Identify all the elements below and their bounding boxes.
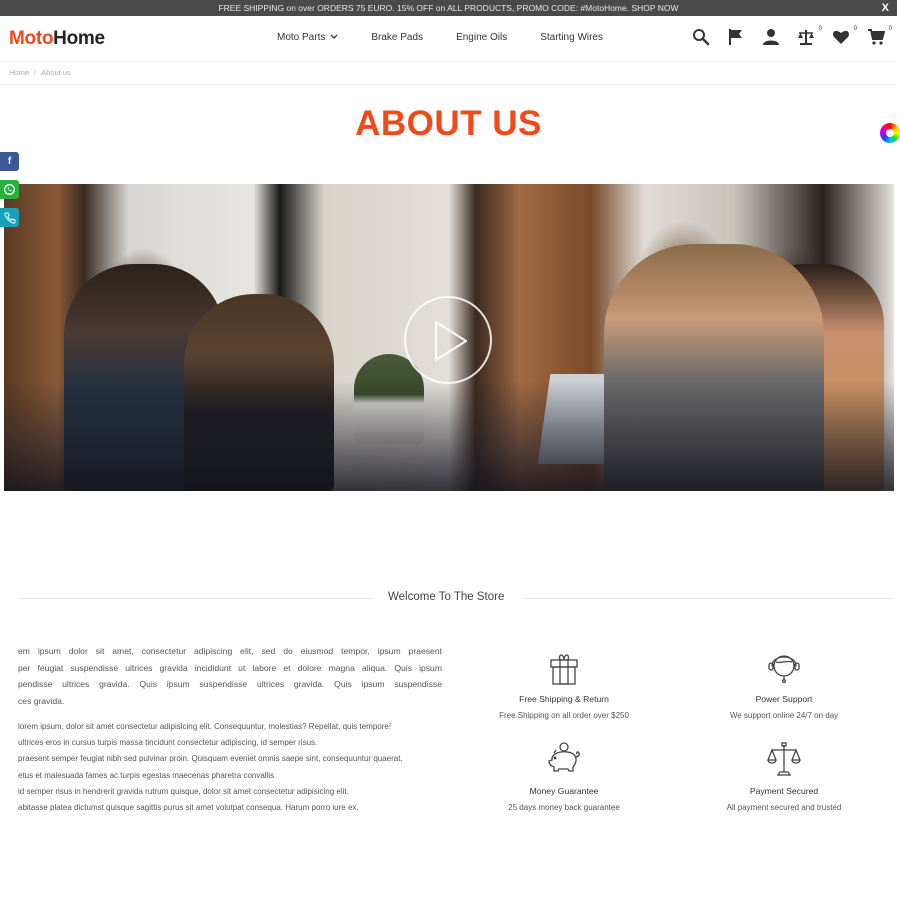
heart-icon[interactable]: 0 (832, 26, 857, 48)
chevron-down-icon (330, 33, 338, 42)
divider (523, 598, 894, 599)
paragraph-line: praesent semper feugiat nibh sed pulvina… (18, 754, 403, 764)
feature-description: We support online 24/7 on day (729, 711, 839, 720)
compare-count: 0 (818, 26, 822, 32)
breadcrumb-current: About us (41, 68, 71, 77)
compare-scale-icon[interactable]: 0 (797, 26, 822, 48)
logo-part-moto: Moto (9, 28, 54, 49)
color-switcher-icon[interactable] (880, 123, 900, 143)
search-icon[interactable] (692, 28, 712, 48)
scale-icon (767, 742, 801, 776)
feature-description: Free Shipping on all order over $250 (499, 711, 629, 720)
feature-power-support: Power Support We support online 24/7 on … (684, 648, 884, 720)
feature-payment-secured: Payment Secured All payment secured and … (684, 740, 884, 812)
feature-description: 25 days money back guarantee (508, 803, 620, 812)
hero-image (4, 184, 894, 491)
paragraph-line: abitasse platea dictumst quisque sagitti… (18, 803, 359, 813)
feature-title: Power Support (755, 694, 813, 704)
paragraph-line: ultrices eros in cursus turpis massa tin… (18, 738, 318, 748)
nav-item-engine-oils[interactable]: Engine Oils (456, 32, 507, 43)
play-video-button[interactable] (404, 296, 492, 384)
welcome-section-heading: Welcome To The Store (18, 590, 894, 606)
wishlist-count: 0 (853, 26, 857, 32)
whatsapp-share-button[interactable] (0, 180, 19, 199)
nav-item-starting-wires[interactable]: Starting Wires (540, 32, 603, 43)
paragraph-line: pendisse ultrices gravida. Quis ipsum su… (18, 679, 442, 689)
paragraph-line: per feugiat suspendisse ultrices gravida… (18, 662, 442, 673)
hero-table (4, 381, 894, 491)
whatsapp-icon (4, 184, 15, 195)
about-paragraph-1: em ipsum dolor sit amet, consectetur adi… (18, 643, 442, 709)
site-header: MotoHome Moto Parts Brake Pads Engine Oi… (0, 16, 897, 62)
feature-title: Payment Secured (749, 786, 819, 796)
nav-item-label: Brake Pads (371, 32, 424, 43)
paragraph-line: ces gravida. (18, 695, 65, 706)
phone-share-button[interactable] (0, 208, 19, 227)
phone-icon (3, 212, 15, 224)
breadcrumb: Home / About us (9, 68, 71, 77)
breadcrumb-home[interactable]: Home (9, 68, 29, 77)
piggy-bank-icon (548, 742, 580, 772)
nav-item-label: Starting Wires (540, 32, 603, 43)
announcement-text[interactable]: FREE SHIPPING on over ORDERS 75 EURO. 15… (218, 3, 678, 13)
feature-title: Free Shipping & Return (519, 694, 609, 704)
nav-item-moto-parts[interactable]: Moto Parts (277, 32, 338, 43)
user-icon[interactable] (762, 28, 782, 48)
gift-icon (550, 654, 578, 685)
paragraph-line: etus et malesuada fames ac turpis egesta… (18, 770, 275, 780)
close-announcement-button[interactable]: X (882, 0, 889, 16)
paragraph-line: em ipsum dolor sit amet, consectetur adi… (18, 646, 442, 656)
nav-item-brake-pads[interactable]: Brake Pads (371, 32, 423, 43)
paragraph-line: lorem ipsum, dolor sit amet consectetur … (18, 722, 392, 731)
page-title: ABOUT US (355, 104, 542, 143)
feature-free-shipping: Free Shipping & Return Free Shipping on … (464, 648, 664, 720)
play-icon (434, 320, 468, 362)
welcome-heading: Welcome To The Store (388, 591, 505, 603)
facebook-icon: f (7, 156, 12, 167)
about-paragraph-2: lorem ipsum, dolor sit amet consectetur … (18, 719, 448, 816)
divider (18, 598, 374, 599)
main-nav: Moto Parts Brake Pads Engine Oils Starti… (277, 32, 636, 43)
cart-count: 0 (888, 26, 892, 32)
announcement-bar: FREE SHIPPING on over ORDERS 75 EURO. 15… (0, 0, 897, 16)
flag-icon[interactable] (727, 28, 747, 48)
nav-item-label: Moto Parts (277, 32, 326, 43)
divider (0, 84, 897, 85)
breadcrumb-separator: / (34, 68, 37, 77)
paragraph-line: id semper risus in hendrerit gravida rut… (18, 786, 349, 796)
feature-money-guarantee: Money Guarantee 25 days money back guara… (464, 740, 664, 812)
feature-description: All payment secured and trusted (726, 803, 842, 812)
feature-title: Money Guarantee (529, 786, 599, 796)
nav-item-label: Engine Oils (456, 32, 508, 43)
logo-part-home: Home (53, 28, 105, 49)
header-icons: 0 0 0 (692, 26, 900, 48)
logo[interactable]: MotoHome (9, 28, 105, 50)
support-headset-icon (768, 655, 800, 683)
cart-icon[interactable]: 0 (867, 26, 892, 48)
facebook-share-button[interactable]: f (0, 152, 19, 171)
